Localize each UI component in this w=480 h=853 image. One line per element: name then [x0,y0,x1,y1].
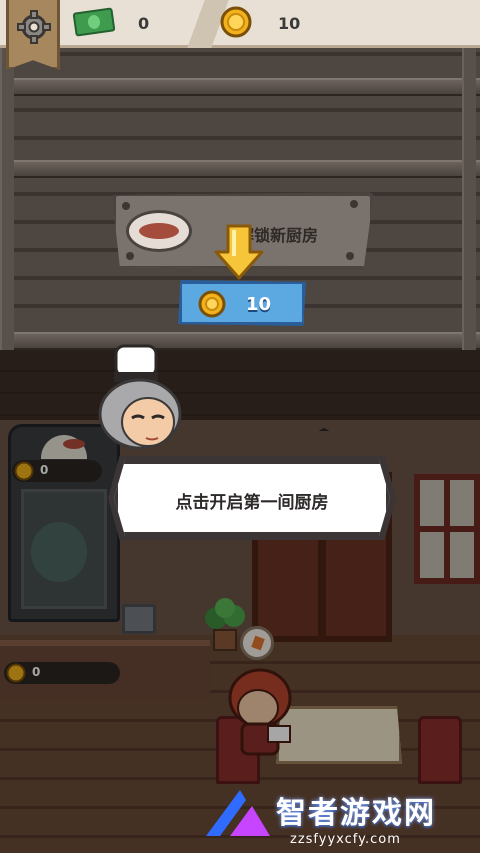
unlock-cost: 10 [246,294,272,315]
settings-button[interactable] [6,0,60,70]
tutorial-dialog[interactable]: 点击开启第一间厨房 [114,460,390,536]
bolt [346,252,354,260]
cash-value: 0 [138,14,150,33]
cash-icon [72,7,116,37]
watermark-url: zzsfyyxcfy.com [290,832,401,847]
bolt [126,252,134,260]
ceiling-beam [0,78,480,96]
wall-post [462,40,476,350]
game-scene: 0 10 解锁新厨房 10 0 0 点击开启第一间厨房 智者游戏网 zzsfyy… [0,0,480,853]
top-hud: 0 10 [0,0,480,70]
watermark-name: 智者游戏网 [276,796,436,831]
gear-icon [17,10,51,44]
tutorial-message: 点击开启第一间厨房 [175,493,329,513]
floor-beam [0,332,480,350]
unlock-kitchen-button[interactable]: 10 [178,280,306,326]
tutorial-dim-overlay [0,350,480,853]
chef-character [98,344,182,450]
coin-value: 10 [278,14,301,33]
steak-plate-icon [126,210,192,252]
coin-icon [220,6,252,38]
site-watermark: 智者游戏网 zzsfyyxcfy.com [0,780,480,853]
watermark-logo-icon [206,790,270,836]
pointer-arrow-icon [214,224,264,280]
bolt [350,200,358,208]
wall-post [0,40,14,350]
ceiling-beam [0,160,480,178]
bolt [122,202,130,210]
coin-icon [198,290,226,318]
